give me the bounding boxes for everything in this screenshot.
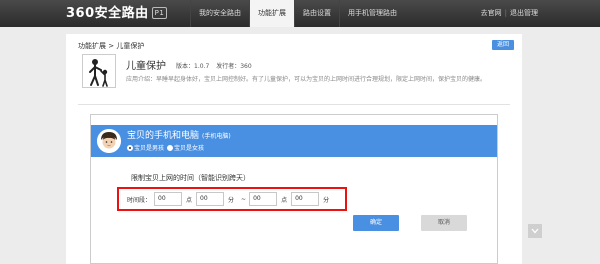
logo[interactable]: 360安全路由 P1: [66, 4, 168, 24]
breadcrumb: 功能扩展 > 儿童保护: [78, 42, 145, 50]
main-panel: 功能扩展 > 儿童保护 返回 儿童保护 版本：1.0.7 发行者：360 应用介…: [66, 34, 522, 264]
divider: [78, 104, 510, 105]
nav-my-router[interactable]: 我的安全路由: [190, 0, 249, 27]
top-links: 去官网 | 退出管理: [481, 0, 538, 27]
nav-router-settings[interactable]: 路由设置: [294, 0, 339, 27]
end-hour-input[interactable]: 00: [249, 192, 278, 206]
app-publisher: 发行者：360: [216, 63, 252, 70]
radio-boy-dot[interactable]: [127, 144, 133, 151]
device-card-header: 宝贝的手机和电脑 (手机电脑) 宝贝是男孩 宝贝是女孩: [91, 125, 497, 157]
official-site-link[interactable]: 去官网: [481, 9, 502, 17]
back-button[interactable]: 返回: [492, 40, 514, 50]
logout-link[interactable]: 退出管理: [510, 9, 538, 17]
top-navigation-bar: 360安全路由 P1 我的安全路由 功能扩展 路由设置 用手机管理路由 去官网 | 退…: [0, 0, 600, 27]
child-avatar-icon: [97, 129, 121, 153]
link-separator: |: [504, 9, 507, 17]
model-badge: P1: [151, 7, 168, 19]
end-minute-unit: 分: [323, 196, 330, 204]
device-type: (手机电脑): [202, 133, 231, 140]
app-description: 应用介绍：早睡早起身体好，宝贝上网控制好。有了儿童保护，可以为宝贝的上网时间进行…: [126, 76, 487, 83]
device-name: 宝贝的手机和电脑 (手机电脑): [127, 128, 231, 141]
child-protection-icon: [82, 54, 116, 88]
start-hour-unit: 点: [186, 196, 193, 204]
nav-feature-extensions[interactable]: 功能扩展: [249, 0, 294, 27]
range-separator: ~: [241, 195, 247, 203]
app-meta: 版本：1.0.7 发行者：360: [176, 61, 257, 70]
app-version: 版本：1.0.7: [176, 63, 210, 70]
radio-boy-label: 宝贝是男孩: [134, 145, 165, 152]
device-card: 宝贝的手机和电脑 (手机电脑) 宝贝是男孩 宝贝是女孩 限制宝贝上网的时间（智能识…: [90, 114, 498, 264]
cancel-button[interactable]: 取消: [421, 215, 467, 231]
start-hour-input[interactable]: 00: [154, 192, 183, 206]
end-minute-input[interactable]: 00: [291, 192, 320, 206]
scroll-down-button[interactable]: [528, 224, 542, 238]
radio-girl-dot[interactable]: [167, 144, 174, 151]
limit-title: 限制宝贝上网的时间（智能识别跨天）: [131, 174, 250, 182]
nav-mobile-management[interactable]: 用手机管理路由: [339, 0, 405, 27]
end-hour-unit: 点: [281, 196, 288, 204]
radio-boy[interactable]: 宝贝是男孩: [127, 143, 164, 152]
device-name-text: 宝贝的手机和电脑: [127, 131, 200, 141]
gender-radio-group: 宝贝是男孩 宝贝是女孩: [127, 143, 204, 152]
app-title: 儿童保护: [126, 61, 166, 72]
radio-girl-label: 宝贝是女孩: [174, 145, 205, 152]
confirm-button[interactable]: 确定: [353, 215, 399, 231]
start-minute-input[interactable]: 00: [196, 192, 225, 206]
logo-text: 360安全路由: [66, 6, 149, 21]
radio-girl[interactable]: 宝贝是女孩: [167, 143, 204, 152]
main-nav: 我的安全路由 功能扩展 路由设置 用手机管理路由: [190, 0, 405, 27]
start-minute-unit: 分: [228, 196, 235, 204]
time-range-row: 时间段： 00 点 00 分 ~ 00 点 00 分: [117, 187, 347, 211]
chevron-down-icon: [531, 228, 539, 234]
time-range-label: 时间段：: [127, 196, 152, 204]
